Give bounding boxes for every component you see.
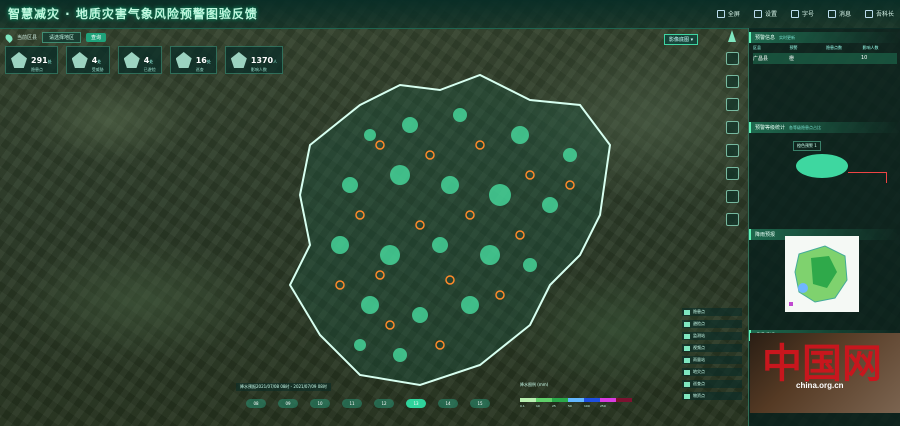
stats-bar: 291处 隐患点 4处 受威胁 4处 已避险 16处 巡查 1370人 影响人数: [5, 46, 284, 74]
search-icon[interactable]: [725, 190, 739, 203]
county-boundary[interactable]: [280, 65, 630, 395]
rain-swatch: [600, 398, 616, 402]
zoom-out-icon[interactable]: [725, 75, 739, 88]
layer-legend: 隐患点 避险点 监测站 视频点 雨量站 地灾点 巡查点 物资点: [682, 308, 742, 400]
day-button[interactable]: 12: [374, 399, 394, 408]
user-menu[interactable]: 吾科长: [864, 9, 894, 18]
stats-section-title: 预警等级统计 各等级隐患点占比: [749, 122, 900, 133]
pie-pointer-line: [848, 172, 887, 183]
rain-swatch: [520, 398, 536, 402]
stat-card[interactable]: 4处 受威胁: [65, 46, 110, 74]
patrol-icon: [175, 52, 192, 68]
day-button[interactable]: 09: [278, 399, 298, 408]
compass-icon[interactable]: [728, 30, 736, 42]
measure-icon[interactable]: [725, 144, 739, 157]
map-layer-dropdown[interactable]: 影像底图 ▾: [664, 34, 699, 45]
rain-swatch: [552, 398, 568, 402]
fontsize-button[interactable]: 字号: [790, 9, 814, 18]
map-toolbar: [725, 30, 739, 226]
region-select[interactable]: 请选择地区: [42, 32, 82, 43]
warning-section-title: 预警信息 实时更新: [749, 32, 900, 43]
legend-item[interactable]: 监测站: [682, 332, 742, 340]
layers-icon[interactable]: [725, 98, 739, 111]
rain-swatch: [616, 398, 632, 402]
rain-swatch: [568, 398, 584, 402]
query-button[interactable]: 查询: [86, 33, 107, 42]
rain-forecast-map[interactable]: [785, 236, 859, 312]
threat-icon: [71, 52, 88, 68]
page-title: 智慧减灾 · 地质灾害气象风险预警图验反馈: [8, 7, 258, 21]
avatar: [864, 9, 873, 18]
evacuate-icon: [123, 52, 140, 68]
pie-callout: 橙色预警 1: [793, 141, 821, 151]
stat-card[interactable]: 1370人 影响人数: [224, 46, 284, 74]
messages-button[interactable]: 消息: [827, 9, 851, 18]
hazard-icon: [11, 52, 27, 68]
font-icon: [790, 9, 799, 18]
day-button[interactable]: 15: [470, 399, 490, 408]
bell-icon: [827, 9, 836, 18]
people-icon: [230, 52, 247, 68]
day-button[interactable]: 08: [246, 399, 266, 408]
globe-icon[interactable]: [725, 167, 739, 180]
zoom-in-icon[interactable]: [725, 52, 739, 65]
stat-card[interactable]: 291处 隐患点: [5, 46, 58, 74]
table-row[interactable]: 广昌县 橙 10: [753, 53, 897, 64]
legend-item[interactable]: 雨量站: [682, 356, 742, 364]
legend-item[interactable]: 地灾点: [682, 368, 742, 376]
day-selector: 08 09 10 11 12 13 14 15: [246, 399, 490, 408]
rain-legend-title: 降水图例 (mm): [520, 382, 549, 387]
day-button[interactable]: 10: [310, 399, 330, 408]
fullscreen-button[interactable]: 全屏: [716, 9, 740, 18]
settings-button[interactable]: 设置: [753, 9, 777, 18]
day-button[interactable]: 14: [438, 399, 458, 408]
fullscreen-icon: [716, 9, 725, 18]
warning-table: 区县 预警 隐患点数 影响人数 广昌县 橙 10: [749, 43, 900, 66]
rain-swatch: [584, 398, 600, 402]
day-button-active[interactable]: 13: [406, 399, 426, 408]
location-pin-icon: [4, 32, 14, 43]
top-nav: 全屏 设置 字号 消息 吾科长: [716, 9, 894, 18]
location-icon[interactable]: [725, 213, 739, 226]
rain-ticks: 0.1 10 25 50 100 250: [520, 404, 606, 408]
stat-card[interactable]: 16处 巡查: [169, 46, 217, 74]
legend-item[interactable]: 视频点: [682, 344, 742, 352]
rain-color-bar: [520, 398, 632, 402]
region-label: 当前区县: [17, 35, 38, 41]
legend-item[interactable]: 物资点: [682, 392, 742, 400]
watermark-logo: 中国网 china.org.cn: [750, 333, 900, 413]
legend-item[interactable]: 隐患点: [682, 308, 742, 316]
warning-pie-chart[interactable]: [796, 154, 848, 188]
legend-item[interactable]: 巡查点: [682, 380, 742, 388]
day-button[interactable]: 11: [342, 399, 362, 408]
gear-icon: [753, 9, 762, 18]
forecast-timeline-label: 降水预报2021/07/08 08时 - 2021/07/09 08时: [236, 383, 331, 391]
rain-swatch: [536, 398, 552, 402]
top-bar: 智慧减灾 · 地质灾害气象风险预警图验反馈 全屏 设置 字号 消息 吾科长: [0, 0, 900, 29]
legend-item[interactable]: 避险点: [682, 320, 742, 328]
stat-card[interactable]: 4处 已避险: [117, 46, 162, 74]
fullscreen-map-icon[interactable]: [725, 121, 739, 134]
filter-bar: 当前区县 请选择地区 查询: [4, 32, 107, 43]
